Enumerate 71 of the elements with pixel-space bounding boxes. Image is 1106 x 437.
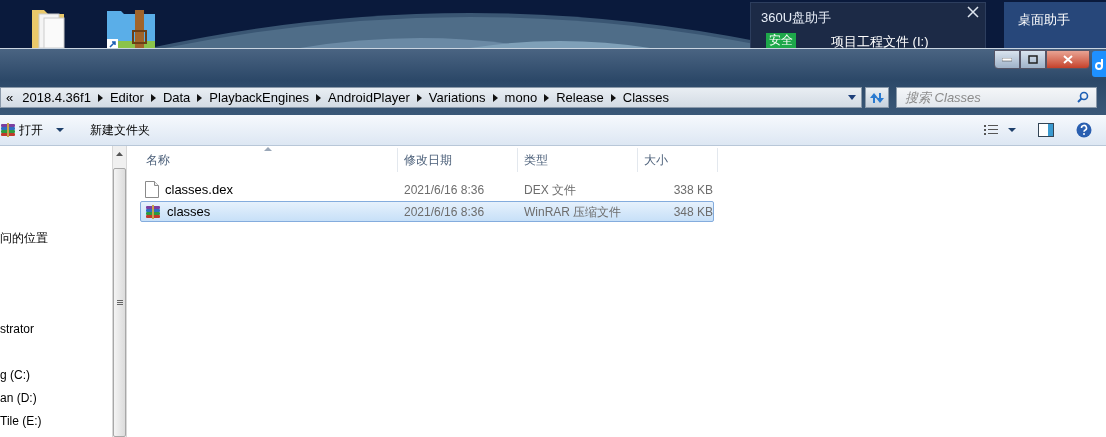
chevron-icon[interactable] xyxy=(97,93,103,102)
minimize-button[interactable] xyxy=(994,50,1020,69)
close-icon xyxy=(1063,55,1073,64)
new-folder-button[interactable]: 新建文件夹 xyxy=(90,121,150,139)
breadcrumb[interactable]: AndroidPlayer xyxy=(325,87,413,108)
details-view-icon xyxy=(984,124,998,136)
scroll-up-icon[interactable] xyxy=(116,152,123,156)
file-type: DEX 文件 xyxy=(523,181,577,199)
minimize-icon xyxy=(1002,57,1012,62)
close-button[interactable] xyxy=(1046,50,1090,69)
modified-date: 2021/6/16 8:36 xyxy=(403,181,486,199)
maximize-button[interactable] xyxy=(1020,50,1046,69)
grip-icon xyxy=(116,299,123,306)
breadcrumb[interactable]: Classes xyxy=(619,87,673,108)
dropdown-caret-icon[interactable] xyxy=(848,95,856,100)
archive-folder-icon xyxy=(107,7,155,49)
close-icon xyxy=(967,6,979,18)
safe-badge: 安全 xyxy=(766,33,796,48)
file-type: WinRAR 压缩文件 xyxy=(523,203,623,221)
nav-item[interactable]: 问的位置 xyxy=(0,229,48,247)
caret-icon xyxy=(1008,128,1016,132)
breadcrumb[interactable]: Editor xyxy=(106,87,147,108)
file-row[interactable]: classes 2021/6/16 8:36 WinRAR 压缩文件 348 KB xyxy=(140,201,714,222)
nav-item[interactable]: Tile (E:) xyxy=(0,412,42,430)
search-field[interactable]: 搜索 Classes xyxy=(896,87,1097,108)
nav-item[interactable]: g (C:) xyxy=(0,366,30,384)
refresh-icon xyxy=(869,91,885,104)
chevron-icon[interactable] xyxy=(316,93,322,102)
breadcrumb[interactable]: Variations xyxy=(425,87,489,108)
scrollbar[interactable] xyxy=(112,146,127,437)
breadcrumb[interactable]: Release xyxy=(553,87,607,108)
archive-icon xyxy=(0,122,16,138)
search-icon[interactable] xyxy=(1077,91,1089,103)
view-button[interactable] xyxy=(984,124,1016,136)
preview-pane-icon[interactable] xyxy=(1038,123,1054,137)
modified-date: 2021/6/16 8:36 xyxy=(403,203,486,221)
chevron-icon[interactable] xyxy=(197,93,203,102)
scroll-thumb[interactable] xyxy=(113,168,126,437)
widget-title: 桌面助手 xyxy=(1018,11,1070,29)
column-header[interactable]: 类型 xyxy=(518,148,638,172)
file-row[interactable]: classes.dex 2021/6/16 8:36 DEX 文件 338 KB xyxy=(140,179,714,200)
file-name: classes xyxy=(167,202,211,221)
side-tab[interactable] xyxy=(1092,51,1106,77)
breadcrumb[interactable]: 2018.4.36f1 xyxy=(19,87,94,108)
file-size: 348 KB xyxy=(672,203,713,221)
help-icon[interactable] xyxy=(1076,122,1092,138)
chevron-icon[interactable] xyxy=(150,93,156,102)
open-button[interactable]: 打开 xyxy=(0,115,64,145)
address-field[interactable]: « 2018.4.36f1 Editor Data PlaybackEngines AndroidPlayer Variations mono Release Classes xyxy=(0,87,862,108)
nav-item[interactable]: an (D:) xyxy=(0,389,37,407)
column-header[interactable]: 修改日期 xyxy=(398,148,518,172)
column-header[interactable]: 大小 xyxy=(638,148,718,172)
nav-item[interactable]: strator xyxy=(0,320,34,338)
maximize-icon xyxy=(1028,55,1038,64)
breadcrumb[interactable]: mono xyxy=(501,87,541,108)
refresh-button[interactable] xyxy=(865,87,889,108)
chevron-icon[interactable] xyxy=(416,93,422,102)
column-header[interactable]: 名称 xyxy=(140,148,398,172)
file-name: classes.dex xyxy=(165,180,233,199)
file-size: 338 KB xyxy=(672,181,713,199)
breadcrumb[interactable]: PlaybackEngines xyxy=(206,87,313,108)
chevron-icon[interactable] xyxy=(492,93,498,102)
sort-arrow-icon xyxy=(264,147,272,151)
overflow-chevron[interactable]: « xyxy=(6,87,14,108)
breadcrumb[interactable]: Data xyxy=(159,87,194,108)
chevron-icon[interactable] xyxy=(610,93,616,102)
archive-icon xyxy=(145,203,161,220)
caret-icon xyxy=(56,128,64,132)
chevron-icon[interactable] xyxy=(544,93,550,102)
panel-title: 360U盘助手 xyxy=(761,9,832,27)
document-icon xyxy=(145,181,159,198)
